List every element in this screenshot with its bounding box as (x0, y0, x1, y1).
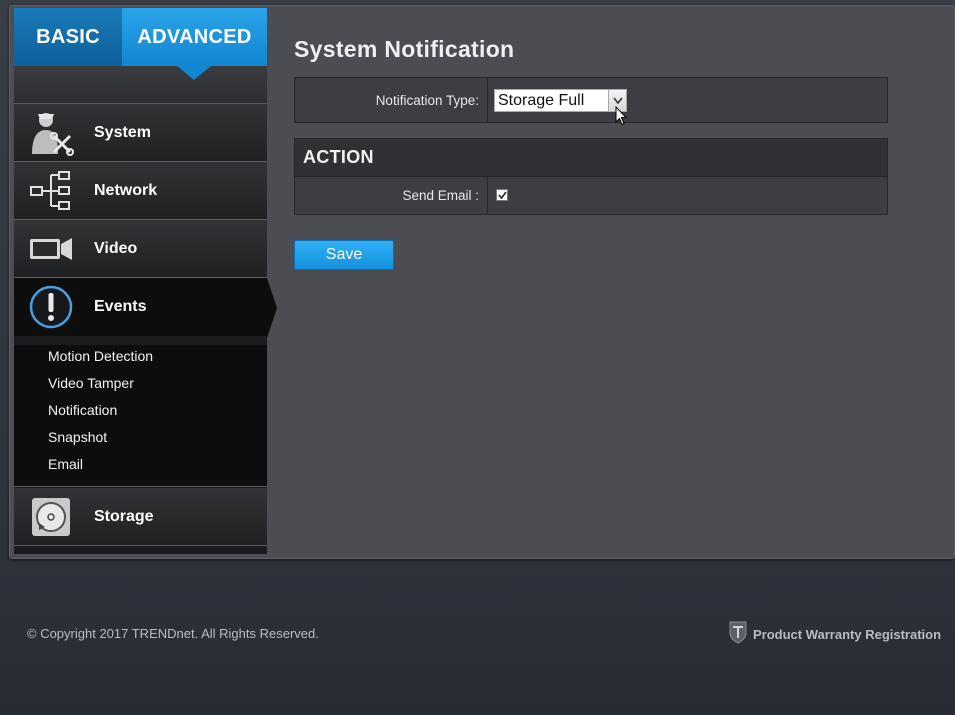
notification-type-select[interactable]: Storage Full (494, 89, 627, 112)
send-email-label: Send Email : (295, 177, 488, 214)
sidebar-item-storage[interactable]: Storage (14, 488, 267, 546)
mode-tabs: BASIC ADVANCED (14, 8, 267, 66)
action-section: ACTION Send Email : (294, 138, 888, 215)
footer-copyright: © Copyright 2017 TRENDnet. All Rights Re… (27, 626, 319, 641)
events-alert-icon (14, 278, 88, 336)
active-nav-pointer (267, 278, 277, 338)
sidebar-item-system[interactable]: System (14, 104, 267, 162)
system-user-tools-icon (14, 104, 88, 162)
submenu-item-video-tamper[interactable]: Video Tamper (48, 375, 134, 391)
page-title: System Notification (294, 36, 515, 62)
events-submenu: Motion Detection Video Tamper Notificati… (14, 345, 267, 487)
send-email-checkbox[interactable] (496, 189, 508, 201)
storage-disk-icon (14, 488, 88, 546)
mouse-cursor-icon (615, 105, 628, 131)
sidebar-item-video[interactable]: Video (14, 220, 267, 278)
network-tree-icon (14, 162, 88, 220)
notification-type-cell: Storage Full (488, 78, 887, 122)
sidebar-item-label: Events (94, 298, 147, 315)
action-section-header: ACTION (295, 139, 887, 177)
submenu-item-motion-detection[interactable]: Motion Detection (48, 348, 153, 364)
sidebar-item-events[interactable]: Events (14, 278, 267, 336)
sidebar-item-label: Video (94, 239, 138, 257)
video-camera-icon (14, 220, 88, 278)
submenu-item-notification[interactable]: Notification (48, 402, 117, 418)
tab-basic[interactable]: BASIC (14, 8, 122, 66)
warranty-link-text: Product Warranty Registration (753, 626, 942, 642)
submenu-item-snapshot[interactable]: Snapshot (48, 429, 107, 445)
warranty-registration-link[interactable]: Product Warranty Registration (728, 620, 942, 649)
send-email-row: Send Email : (295, 177, 887, 214)
trendnet-shield-icon (728, 620, 748, 649)
sidebar: BASIC ADVANCED System Network Video Even… (14, 8, 267, 554)
sidebar-item-label: Network (94, 181, 158, 199)
tab-advanced[interactable]: ADVANCED (122, 8, 267, 66)
sidebar-item-label: Storage (94, 507, 154, 525)
active-tab-arrow (177, 66, 211, 80)
submenu-item-email[interactable]: Email (48, 456, 83, 472)
sidebar-item-label: System (94, 123, 151, 141)
sidebar-item-network[interactable]: Network (14, 162, 267, 220)
tab-spacer (14, 66, 267, 104)
save-button[interactable]: Save (294, 240, 394, 270)
send-email-cell (488, 177, 887, 214)
notification-type-row: Notification Type: Storage Full (294, 77, 888, 123)
notification-type-label: Notification Type: (295, 78, 488, 122)
notification-type-value: Storage Full (498, 91, 585, 109)
